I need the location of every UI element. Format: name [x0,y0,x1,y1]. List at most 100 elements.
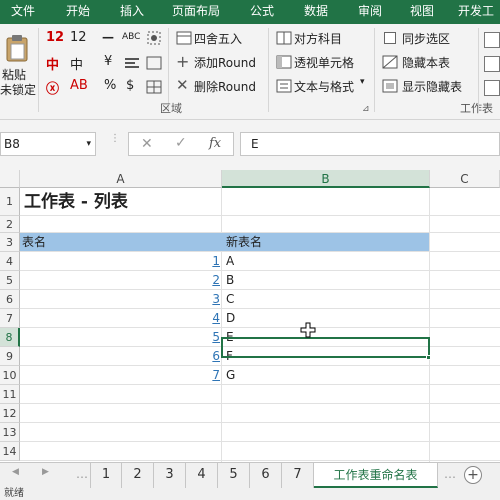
hide-sheet-icon [382,55,398,69]
minus-icon[interactable]: — [102,30,114,44]
row-header-12[interactable]: 12 [0,404,20,423]
remove-round-label: 删除Round [194,80,256,94]
spreadsheet-grid[interactable]: A B C 1 2 3 4 5 6 7 8 9 10 11 12 13 14 工… [0,170,500,462]
sheet-link[interactable]: 5 [20,328,220,347]
sheet-tab-6[interactable]: 6 [250,463,282,488]
account-label: 对方科目 [294,32,343,46]
currency-icon[interactable]: ¥ [104,54,112,69]
add-round-button[interactable]: + 添加Round [174,52,266,72]
add-sheet-button[interactable]: + [464,466,482,484]
sheet-link[interactable]: 6 [20,347,220,366]
unlocked-label[interactable]: 未锁定 [0,81,36,98]
formula-input[interactable]: E [240,132,500,156]
check-icon[interactable]: ✓ [175,135,187,151]
sheet-title: 工作表 - 列表 [24,192,128,212]
formula-bar-handle[interactable]: ⋮ [110,134,120,152]
scroll-right-icon[interactable]: ▶ [42,467,49,477]
sheet-icon-button-2[interactable] [484,56,500,72]
row-header-10[interactable]: 10 [0,366,20,385]
sheet-tab-5[interactable]: 5 [218,463,250,488]
name-box[interactable]: B8 ▾ [0,132,96,156]
sheet-tab-rename[interactable]: 工作表重命名表 [314,463,438,488]
round-button[interactable]: 四舍五入 [174,28,266,48]
new-name-cell[interactable]: G [226,366,235,385]
sheet-link[interactable]: 7 [20,366,220,385]
tab-formulas[interactable]: 公式 [240,0,284,24]
close-icon: ✕ [176,76,189,94]
row-header-5[interactable]: 5 [0,271,20,290]
fill-handle[interactable] [426,355,431,360]
cancel-icon[interactable]: ✕ [141,136,153,152]
formula-bar: B8 ▾ ⋮ ✕ ✓ fx E [0,120,500,170]
align-icon[interactable] [124,56,140,70]
header-sheet-name: 表名 [22,235,47,249]
tab-file[interactable]: 文件 [0,0,46,24]
sync-selection-checkbox[interactable] [384,32,396,44]
formula-controls: ✕ ✓ fx [128,132,234,156]
column-header-c[interactable]: C [430,170,500,188]
tab-review[interactable]: 审阅 [348,0,392,24]
sheet-tab-7[interactable]: 7 [282,463,314,488]
sheet-link[interactable]: 1 [20,252,220,271]
formula-value: E [251,137,259,151]
select-all-corner[interactable] [0,170,20,188]
number-12-alt-label[interactable]: 12 [70,30,87,45]
sheet-icon-button-3[interactable] [484,80,500,96]
scroll-left-icon[interactable]: ◀ [12,467,19,477]
row-header-2[interactable]: 2 [0,216,20,233]
account-button[interactable]: 对方科目 [274,28,370,48]
sheet-icon-button[interactable] [484,32,500,48]
tab-page-layout[interactable]: 页面布局 [164,0,228,24]
dollar-button[interactable]: $ [126,78,134,93]
chinese-format-button[interactable]: 中 [70,54,83,73]
new-name-cell[interactable]: D [226,309,235,328]
name-box-dropdown-icon[interactable]: ▾ [86,133,91,155]
row-header-3[interactable]: 3 [0,233,20,252]
format-painter-icon[interactable] [146,30,162,46]
new-name-cell[interactable]: B [226,271,234,290]
row-header-7[interactable]: 7 [0,309,20,328]
row-header-6[interactable]: 6 [0,290,20,309]
tab-insert[interactable]: 插入 [110,0,154,24]
more-tabs-icon[interactable]: … [444,467,456,481]
abc-button[interactable]: ABC [122,32,140,42]
row-header-9[interactable]: 9 [0,347,20,366]
hide-sheet-button[interactable]: 隐藏本表 [382,52,474,72]
row-header-4[interactable]: 4 [0,252,20,271]
dialog-launcher-icon[interactable]: ⊿ [362,104,370,114]
border-icon[interactable] [146,56,162,70]
new-name-cell[interactable]: A [226,252,234,271]
number-12-button[interactable]: 12 [46,30,64,45]
insert-function-icon[interactable]: fx [209,136,221,151]
sheet-tab-1[interactable]: 1 [90,463,122,488]
sheet-tab-3[interactable]: 3 [154,463,186,488]
row-header-11[interactable]: 11 [0,385,20,404]
percent-button[interactable]: % [104,78,116,93]
new-name-cell[interactable]: C [226,290,234,309]
sheet-link[interactable]: 3 [20,290,220,309]
row-header-14[interactable]: 14 [0,442,20,461]
sheet-link[interactable]: 4 [20,309,220,328]
tab-home[interactable]: 开始 [56,0,100,24]
column-header-a[interactable]: A [20,170,222,188]
sync-selection-option[interactable]: 同步选区 [382,28,474,48]
text-format-button[interactable]: 文本与格式 ▾ [274,76,370,96]
row-header-1[interactable]: 1 [0,188,20,216]
chinese-format-icon[interactable]: 中 [46,54,59,73]
tab-data[interactable]: 数据 [294,0,338,24]
show-hidden-button[interactable]: 显示隐藏表 [382,76,478,96]
remove-round-button[interactable]: ✕ 删除Round [174,76,266,96]
selection-box[interactable] [221,337,430,358]
column-header-b[interactable]: B [222,170,430,188]
tab-developer[interactable]: 开发工 [452,0,500,24]
ab-format-button[interactable]: AB [70,78,88,93]
sheet-tab-4[interactable]: 4 [186,463,218,488]
clear-format-icon[interactable]: ⓧ [46,78,59,97]
sheet-tab-2[interactable]: 2 [122,463,154,488]
pivot-button[interactable]: 透视单元格 [274,52,370,72]
tab-view[interactable]: 视图 [400,0,444,24]
row-header-13[interactable]: 13 [0,423,20,442]
row-header-8[interactable]: 8 [0,328,20,347]
sheet-link[interactable]: 2 [20,271,220,290]
grid-format-icon[interactable] [146,80,162,94]
